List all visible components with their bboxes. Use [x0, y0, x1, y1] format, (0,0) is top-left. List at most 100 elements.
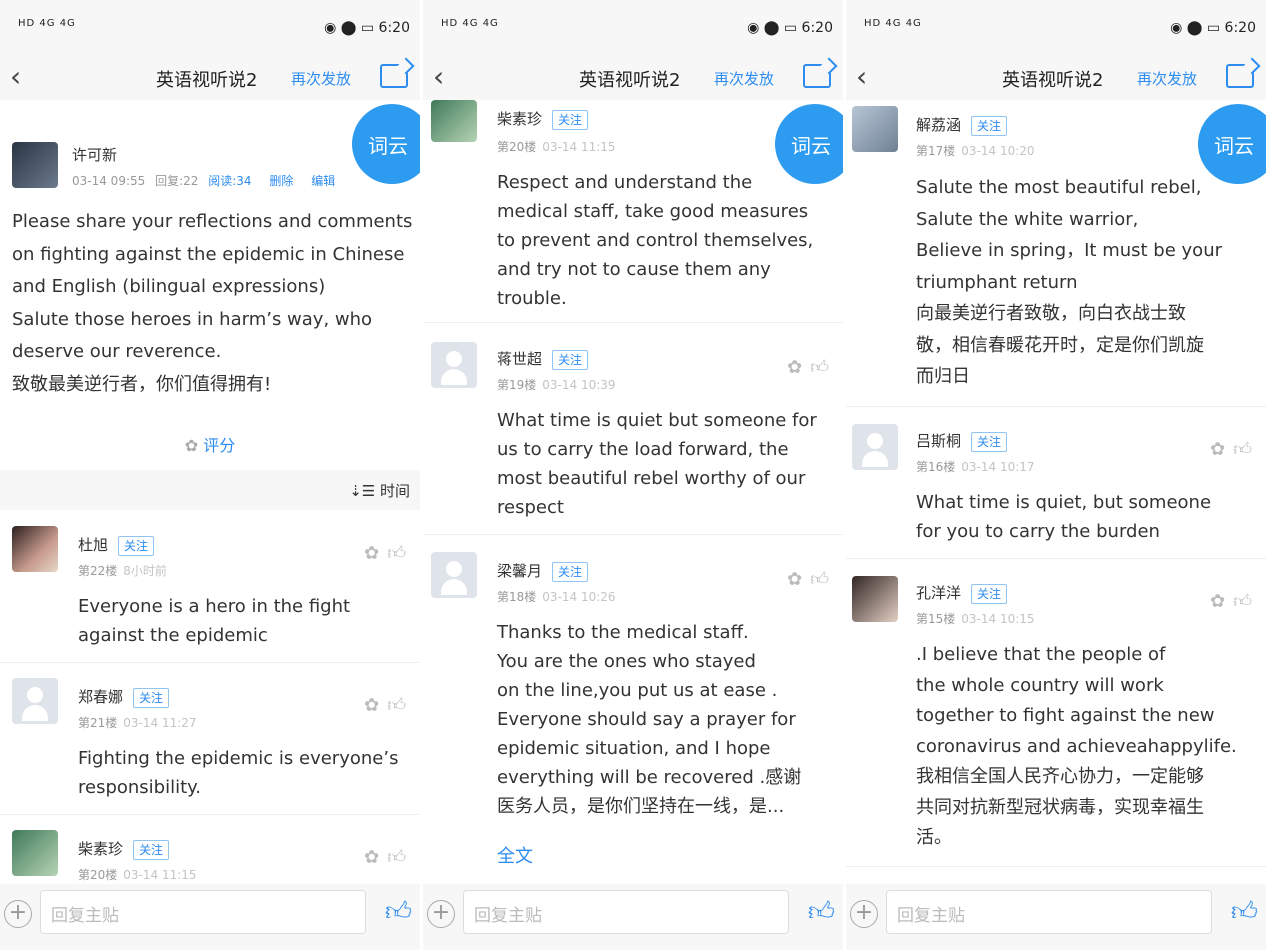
comment-body: What time is quiet, but someone for you …: [916, 488, 1211, 546]
share-icon[interactable]: [803, 64, 831, 88]
nav-bar: ‹ 英语视听说2 再次发放: [0, 58, 420, 100]
comment-line: Thanks to the medical staff.: [497, 622, 749, 643]
follow-button[interactable]: 关注: [552, 562, 589, 582]
full-text-link[interactable]: 全文: [497, 842, 533, 868]
flower-icon[interactable]: ✿: [364, 847, 387, 868]
commenter-avatar[interactable]: [12, 830, 58, 876]
commenter-avatar[interactable]: [852, 424, 898, 470]
comment-line: against the epidemic: [78, 625, 268, 646]
resend-button[interactable]: 再次发放: [1137, 68, 1197, 89]
add-icon[interactable]: +: [850, 900, 878, 928]
phone-screen-2: HD 4G 4G ◉ ⬤ ▭ 6:20 ‹ 英语视听说2 再次发放 词云 柴素珍…: [423, 0, 843, 950]
commenter-name-text: 孔洋洋: [916, 584, 962, 602]
comment-line: .I believe that the people of: [916, 644, 1166, 665]
flower-icon[interactable]: ✿: [787, 357, 810, 378]
rating-button[interactable]: ✿ 评分: [0, 432, 420, 456]
flower-icon[interactable]: ✿: [787, 569, 810, 590]
thumbs-up-icon[interactable]: 👍︎: [1233, 439, 1260, 460]
commenter-avatar[interactable]: [431, 552, 477, 598]
status-bar: HD 4G 4G ◉ ⬤ ▭ 6:20: [0, 0, 420, 58]
comment-meta: 第17楼 03-14 10:20: [916, 142, 1035, 159]
follow-button[interactable]: 关注: [118, 536, 155, 556]
thumbs-up-icon[interactable]: 👍︎: [810, 569, 837, 590]
follow-button[interactable]: 关注: [971, 116, 1008, 136]
commenter-avatar[interactable]: [12, 678, 58, 724]
commenter-avatar[interactable]: [852, 576, 898, 622]
bottom-bar: + 回复主贴 👍︎: [846, 884, 1266, 950]
flower-icon[interactable]: ✿: [1210, 591, 1233, 612]
nav-bar: ‹ 英语视听说2 再次发放: [846, 58, 1266, 100]
sort-time-button[interactable]: ⇣☰ 时间: [349, 480, 410, 501]
flower-icon[interactable]: ✿: [1210, 439, 1233, 460]
thumbs-up-icon[interactable]: 👍︎: [387, 543, 414, 564]
thumbs-up-icon[interactable]: 👍︎: [810, 357, 837, 378]
location-icon: ⬤: [763, 20, 780, 36]
location-icon: ⬤: [1186, 20, 1203, 36]
commenter-name-text: 杜旭: [78, 536, 109, 554]
comment-body: .I believe that the people of the whole …: [916, 640, 1237, 854]
comment-line: Salute the most beautiful rebel,: [916, 177, 1202, 198]
thumbs-up-icon[interactable]: 👍︎: [1233, 591, 1260, 612]
thumbs-up-icon[interactable]: 👍︎: [1231, 896, 1258, 927]
commenter-avatar[interactable]: [12, 526, 58, 572]
divider: [0, 662, 420, 663]
thumbs-up-icon[interactable]: 👍︎: [385, 896, 412, 927]
share-icon[interactable]: [380, 64, 408, 88]
back-icon[interactable]: ‹: [856, 60, 867, 93]
floor-number: 第15楼: [916, 612, 956, 626]
back-icon[interactable]: ‹: [10, 60, 21, 93]
follow-button[interactable]: 关注: [552, 350, 589, 370]
thumbs-up-icon[interactable]: 👍︎: [387, 695, 414, 716]
resend-button[interactable]: 再次发放: [291, 68, 351, 89]
signal-indicators: HD 4G 4G: [441, 18, 499, 29]
resend-button[interactable]: 再次发放: [714, 68, 774, 89]
eye-icon: ◉: [1170, 20, 1183, 36]
commenter-name: 柴素珍 关注: [497, 108, 589, 130]
clock: 6:20: [801, 20, 833, 36]
delete-link[interactable]: 删除: [269, 174, 293, 188]
commenter-name: 吕斯桐 关注: [916, 430, 1008, 452]
edit-link[interactable]: 编辑: [311, 174, 335, 188]
post-line: and English (bilingual expressions): [12, 276, 326, 297]
comment-line: triumphant return: [916, 271, 1078, 293]
comment-time: 03-14 10:39: [542, 378, 616, 392]
comment-line: Salute the white warrior,: [916, 208, 1139, 230]
reply-input[interactable]: 回复主贴: [40, 890, 366, 934]
floor-number: 第17楼: [916, 144, 956, 158]
nav-bar: ‹ 英语视听说2 再次发放: [423, 58, 843, 100]
follow-button[interactable]: 关注: [133, 840, 170, 860]
phone-screen-3: HD 4G 4G ◉ ⬤ ▭ 6:20 ‹ 英语视听说2 再次发放 词云 解荔涵…: [846, 0, 1266, 950]
flower-icon[interactable]: ✿: [364, 695, 387, 716]
comment-line: to prevent and control themselves,: [497, 230, 814, 251]
follow-button[interactable]: 关注: [133, 688, 170, 708]
comment-line: 敬，相信春暖花开时，定是你们凯旋: [916, 334, 1204, 356]
reply-input[interactable]: 回复主贴: [463, 890, 789, 934]
post-reads[interactable]: 阅读:34: [208, 174, 251, 188]
commenter-avatar[interactable]: [431, 100, 477, 142]
follow-button[interactable]: 关注: [971, 432, 1008, 452]
thumbs-up-icon[interactable]: 👍︎: [808, 896, 835, 927]
comment-meta: 第20楼 03-14 11:15: [497, 138, 616, 155]
commenter-avatar[interactable]: [852, 106, 898, 152]
comment-line: and try not to cause them any: [497, 259, 771, 280]
thumbs-up-icon[interactable]: 👍︎: [387, 847, 414, 868]
comment-actions: ✿👍︎: [364, 846, 414, 868]
comment-line: responsibility.: [78, 777, 201, 798]
follow-button[interactable]: 关注: [552, 110, 589, 130]
back-icon[interactable]: ‹: [433, 60, 444, 93]
share-icon[interactable]: [1226, 64, 1254, 88]
bottom-bar: + 回复主贴 👍︎: [423, 884, 843, 950]
author-avatar[interactable]: [12, 142, 58, 188]
flower-icon[interactable]: ✿: [364, 543, 387, 564]
follow-button[interactable]: 关注: [971, 584, 1008, 604]
comment-line: Respect and understand the: [497, 172, 753, 193]
sort-bar: ⇣☰ 时间: [0, 470, 420, 510]
commenter-name-text: 吕斯桐: [916, 432, 962, 450]
add-icon[interactable]: +: [427, 900, 455, 928]
comment-time: 03-14 11:27: [123, 716, 197, 730]
commenter-avatar[interactable]: [431, 342, 477, 388]
commenter-name: 杜旭 关注: [78, 534, 155, 556]
add-icon[interactable]: +: [4, 900, 32, 928]
reply-input[interactable]: 回复主贴: [886, 890, 1212, 934]
battery-icon: ▭: [360, 20, 375, 36]
